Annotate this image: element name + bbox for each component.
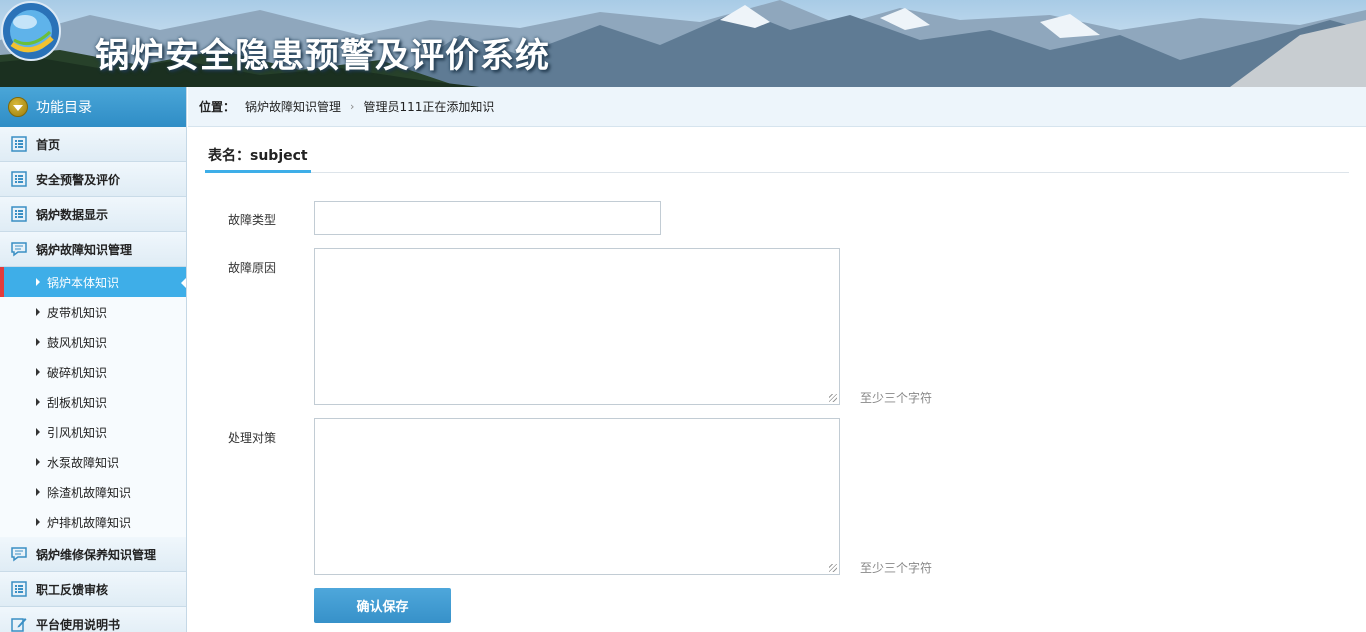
edit-icon xyxy=(11,616,27,632)
sidebar-subitem-boiler-body[interactable]: 锅炉本体知识 xyxy=(0,267,186,297)
list-icon xyxy=(11,171,27,187)
chat-icon xyxy=(11,241,27,257)
sidebar-item-home[interactable]: 首页 xyxy=(0,127,186,162)
sidebar-subitem-label: 锅炉本体知识 xyxy=(47,275,120,290)
fault-cause-label: 故障原因 xyxy=(228,261,277,275)
sidebar-item-label: 平台使用说明书 xyxy=(36,617,121,632)
sidebar-subitem-label: 皮带机知识 xyxy=(47,305,108,320)
sidebar-item-label: 首页 xyxy=(36,137,61,152)
sidebar-subitem-grate[interactable]: 炉排机故障知识 xyxy=(0,507,186,537)
sidebar-subitem-label: 除渣机故障知识 xyxy=(47,485,132,500)
sidebar-item-label: 职工反馈审核 xyxy=(36,582,109,597)
sidebar-subitem-label: 刮板机知识 xyxy=(47,395,108,410)
breadcrumb-position-label: 位置： xyxy=(199,100,236,114)
solution-hint: 至少三个字符 xyxy=(860,561,933,575)
breadcrumb: 位置： 锅炉故障知识管理 › 管理员111正在添加知识 xyxy=(188,87,1366,127)
fault-type-label: 故障类型 xyxy=(228,213,277,227)
sidebar-subitem-label: 破碎机知识 xyxy=(47,365,108,380)
sidebar-subitem-label: 水泵故障知识 xyxy=(47,455,120,470)
system-logo xyxy=(1,1,61,61)
sidebar-subitem-slag-remover[interactable]: 除渣机故障知识 xyxy=(0,477,186,507)
sidebar-subitem-water-pump[interactable]: 水泵故障知识 xyxy=(0,447,186,477)
fault-type-input[interactable] xyxy=(314,201,661,235)
breadcrumb-link-fault-knowledge[interactable]: 锅炉故障知识管理 xyxy=(245,98,341,115)
sidebar-item-safety-warning[interactable]: 安全预警及评价 xyxy=(0,162,186,197)
resize-grip-icon[interactable] xyxy=(829,564,837,572)
fault-cause-hint: 至少三个字符 xyxy=(860,391,933,405)
sidebar-subitem-scraper[interactable]: 刮板机知识 xyxy=(0,387,186,417)
sidebar-item-label: 锅炉维修保养知识管理 xyxy=(36,547,157,562)
sidebar-subitem-belt-conveyor[interactable]: 皮带机知识 xyxy=(0,297,186,327)
sidebar-subitem-induced-fan[interactable]: 引风机知识 xyxy=(0,417,186,447)
system-title: 锅炉安全隐患预警及评价系统 xyxy=(95,36,550,76)
sidebar-item-feedback-review[interactable]: 职工反馈审核 xyxy=(0,572,186,607)
sidebar-item-label: 安全预警及评价 xyxy=(36,172,121,187)
resize-grip-icon[interactable] xyxy=(829,394,837,402)
sidebar-item-label: 锅炉故障知识管理 xyxy=(36,242,133,257)
confirm-save-button[interactable]: 确认保存 xyxy=(314,588,451,623)
sidebar-subitem-label: 引风机知识 xyxy=(47,425,108,440)
sidebar-item-label: 锅炉数据显示 xyxy=(36,207,109,222)
sidebar-subitem-label: 鼓风机知识 xyxy=(47,335,108,350)
caret-right-icon xyxy=(36,518,40,526)
sidebar-item-maintenance-knowledge[interactable]: 锅炉维修保养知识管理 xyxy=(0,537,186,572)
sidebar-subitem-crusher[interactable]: 破碎机知识 xyxy=(0,357,186,387)
caret-right-icon xyxy=(36,278,40,286)
caret-right-icon xyxy=(36,308,40,316)
table-name-tab: 表名：subject xyxy=(205,146,311,173)
solution-textarea[interactable] xyxy=(314,418,840,575)
header-banner: 锅炉安全隐患预警及评价系统 xyxy=(0,0,1366,87)
sidebar-item-fault-knowledge[interactable]: 锅炉故障知识管理 xyxy=(0,232,186,267)
sidebar-subitem-label: 炉排机故障知识 xyxy=(47,515,132,530)
sidebar-item-manual[interactable]: 平台使用说明书 xyxy=(0,607,186,632)
caret-right-icon xyxy=(36,368,40,376)
chat-icon xyxy=(11,546,27,562)
breadcrumb-current: 管理员111正在添加知识 xyxy=(363,100,495,114)
caret-right-icon xyxy=(36,338,40,346)
caret-right-icon xyxy=(36,458,40,466)
list-icon xyxy=(11,581,27,597)
solution-label: 处理对策 xyxy=(228,431,277,445)
table-name-bar: 表名：subject xyxy=(205,146,1349,173)
caret-right-icon xyxy=(36,398,40,406)
sidebar-submenu: 锅炉本体知识 皮带机知识 鼓风机知识 破碎机知识 刮板机知识 引风机知识 水泵故… xyxy=(0,267,186,537)
sidebar-item-boiler-data[interactable]: 锅炉数据显示 xyxy=(0,197,186,232)
list-icon xyxy=(11,136,27,152)
list-icon xyxy=(11,206,27,222)
chevron-down-icon xyxy=(8,97,28,117)
sidebar-heading[interactable]: 功能目录 xyxy=(0,87,186,127)
caret-right-icon xyxy=(36,488,40,496)
sidebar: 功能目录 首页 安全预警及评价 锅炉数据显示 锅炉故障知识管理 锅炉本体知识 皮… xyxy=(0,87,187,632)
caret-right-icon xyxy=(36,428,40,436)
sidebar-heading-label: 功能目录 xyxy=(36,100,92,116)
fault-cause-textarea[interactable] xyxy=(314,248,840,405)
chevron-right-icon: › xyxy=(350,100,355,113)
sidebar-subitem-blower[interactable]: 鼓风机知识 xyxy=(0,327,186,357)
